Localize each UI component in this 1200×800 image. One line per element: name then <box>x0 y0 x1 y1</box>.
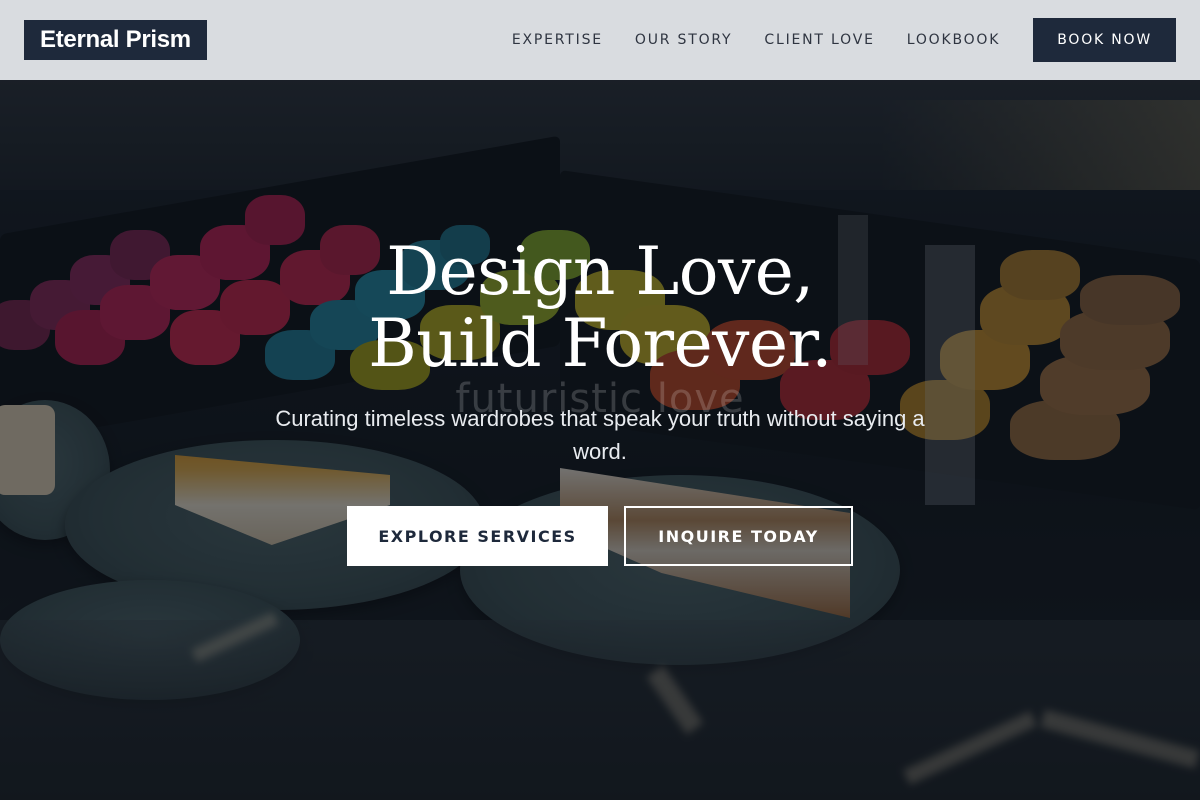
nav-item-our-story[interactable]: OUR STORY <box>635 32 733 48</box>
hero-subtitle: Curating timeless wardrobes that speak y… <box>275 406 925 464</box>
main-nav: EXPERTISE OUR STORY CLIENT LOVE LOOKBOOK… <box>480 18 1176 62</box>
hero-title-line-2: Build Forever. <box>368 305 832 382</box>
explore-services-button[interactable]: EXPLORE SERVICES <box>347 506 608 566</box>
hero-title-line-1: Design Love, <box>386 233 814 310</box>
site-logo[interactable]: Eternal Prism <box>24 20 207 60</box>
inquire-today-button[interactable]: INQUIRE TODAY <box>624 506 853 566</box>
hero-title: Design Love, Build Forever. <box>0 236 1200 380</box>
nav-item-client-love[interactable]: CLIENT LOVE <box>764 32 874 48</box>
site-header: Eternal Prism EXPERTISE OUR STORY CLIENT… <box>0 0 1200 80</box>
nav-item-lookbook[interactable]: LOOKBOOK <box>907 32 1001 48</box>
nav-item-expertise[interactable]: EXPERTISE <box>512 32 603 48</box>
book-now-button[interactable]: BOOK NOW <box>1033 18 1176 62</box>
